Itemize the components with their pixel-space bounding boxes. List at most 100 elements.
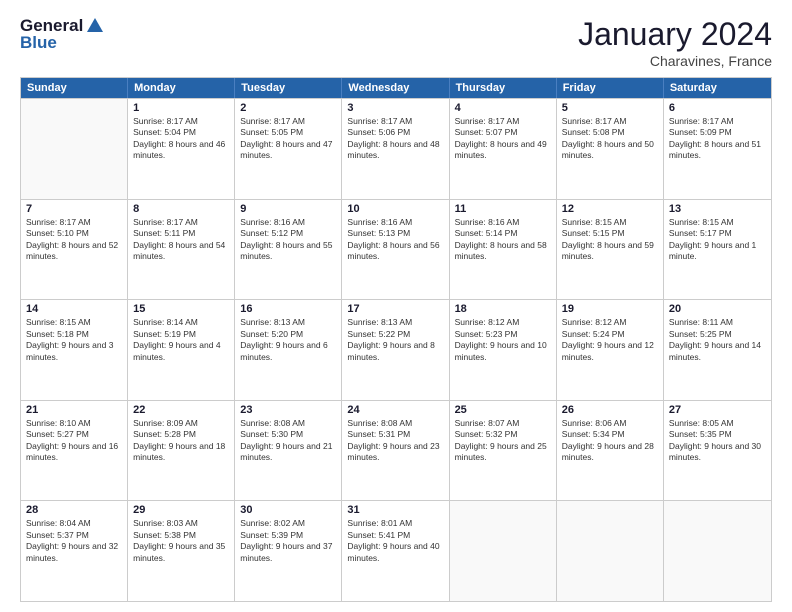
cal-cell-0-0 (21, 99, 128, 199)
logo-icon (85, 16, 105, 36)
cell-info: Sunrise: 8:17 AM Sunset: 5:10 PM Dayligh… (26, 217, 122, 263)
logo-blue: Blue (20, 34, 105, 53)
cell-info: Sunrise: 8:11 AM Sunset: 5:25 PM Dayligh… (669, 317, 766, 363)
cal-cell-3-2: 23Sunrise: 8:08 AM Sunset: 5:30 PM Dayli… (235, 401, 342, 501)
day-header-thursday: Thursday (450, 78, 557, 98)
day-number: 26 (562, 404, 658, 416)
day-number: 12 (562, 203, 658, 215)
day-header-friday: Friday (557, 78, 664, 98)
cal-cell-2-0: 14 Sunrise: 8:15 AM Sunset: 5:18 PM Dayli… (21, 300, 128, 400)
day-number: 31 (347, 504, 443, 516)
day-number: 7 (26, 203, 122, 215)
cell-info: Sunrise: 8:17 AM Sunset: 5:04 PM Dayligh… (133, 116, 229, 162)
cal-cell-2-5: 19 Sunrise: 8:12 AM Sunset: 5:24 PM Dayli… (557, 300, 664, 400)
cal-cell-0-5: 5 Sunrise: 8:17 AM Sunset: 5:08 PM Daylig… (557, 99, 664, 199)
cell-info: Sunrise: 8:14 AM Sunset: 5:19 PM Dayligh… (133, 317, 229, 363)
cell-info: Sunrise: 8:13 AM Sunset: 5:20 PM Dayligh… (240, 317, 336, 363)
month-title: January 2024 (578, 16, 772, 53)
cell-info: Sunrise: 8:05 AM Sunset: 5:35 PM Dayligh… (669, 418, 766, 464)
cell-info: Sunrise: 8:03 AM Sunset: 5:38 PM Dayligh… (133, 518, 229, 564)
cell-info: Sunrise: 8:17 AM Sunset: 5:11 PM Dayligh… (133, 217, 229, 263)
day-number: 28 (26, 504, 122, 516)
header: General Blue January 2024 Charavines, Fr… (20, 16, 772, 69)
day-number: 5 (562, 102, 658, 114)
day-number: 10 (347, 203, 443, 215)
cal-cell-3-5: 26 Sunrise: 8:06 AM Sunset: 5:34 PM Dayli… (557, 401, 664, 501)
cell-info: Sunrise: 8:17 AM Sunset: 5:05 PM Dayligh… (240, 116, 336, 162)
day-number: 9 (240, 203, 336, 215)
cell-info: Sunrise: 8:16 AM Sunset: 5:12 PM Dayligh… (240, 217, 336, 263)
cell-info: Sunrise: 8:01 AM Sunset: 5:41 PM Dayligh… (347, 518, 443, 564)
cell-info: Sunrise: 8:06 AM Sunset: 5:34 PM Dayligh… (562, 418, 658, 464)
cal-cell-1-2: 9 Sunrise: 8:16 AM Sunset: 5:12 PM Daylig… (235, 200, 342, 300)
day-number: 4 (455, 102, 551, 114)
cal-cell-3-0: 21 Sunrise: 8:10 AM Sunset: 5:27 PM Dayli… (21, 401, 128, 501)
cell-info: Sunrise: 8:02 AM Sunset: 5:39 PM Dayligh… (240, 518, 336, 564)
cal-cell-3-6: 27 Sunrise: 8:05 AM Sunset: 5:35 PM Dayli… (664, 401, 771, 501)
cell-info: Sunrise: 8:15 AM Sunset: 5:18 PM Dayligh… (26, 317, 122, 363)
subtitle: Charavines, France (578, 53, 772, 69)
cal-cell-4-2: 30 Sunrise: 8:02 AM Sunset: 5:39 PM Dayli… (235, 501, 342, 601)
day-number: 14 (26, 303, 122, 315)
cal-cell-2-2: 16Sunrise: 8:13 AM Sunset: 5:20 PM Dayli… (235, 300, 342, 400)
cell-info: Sunrise: 8:08 AM Sunset: 5:30 PM Dayligh… (240, 418, 336, 464)
cal-cell-1-6: 13 Sunrise: 8:15 AM Sunset: 5:17 PM Dayli… (664, 200, 771, 300)
cell-info: Sunrise: 8:16 AM Sunset: 5:13 PM Dayligh… (347, 217, 443, 263)
calendar-body: 1 Sunrise: 8:17 AM Sunset: 5:04 PM Daylig… (21, 98, 771, 601)
cell-info: Sunrise: 8:08 AM Sunset: 5:31 PM Dayligh… (347, 418, 443, 464)
day-number: 17 (347, 303, 443, 315)
cal-cell-0-3: 3 Sunrise: 8:17 AM Sunset: 5:06 PM Daylig… (342, 99, 449, 199)
day-number: 3 (347, 102, 443, 114)
cal-cell-4-3: 31 Sunrise: 8:01 AM Sunset: 5:41 PM Dayli… (342, 501, 449, 601)
day-number: 8 (133, 203, 229, 215)
cal-cell-0-6: 6 Sunrise: 8:17 AM Sunset: 5:09 PM Daylig… (664, 99, 771, 199)
week-row-0: 1 Sunrise: 8:17 AM Sunset: 5:04 PM Daylig… (21, 98, 771, 199)
cal-cell-4-4 (450, 501, 557, 601)
day-number: 29 (133, 504, 229, 516)
cal-cell-1-0: 7 Sunrise: 8:17 AM Sunset: 5:10 PM Daylig… (21, 200, 128, 300)
day-header-monday: Monday (128, 78, 235, 98)
cal-cell-2-4: 18Sunrise: 8:12 AM Sunset: 5:23 PM Dayli… (450, 300, 557, 400)
day-header-tuesday: Tuesday (235, 78, 342, 98)
cal-cell-3-4: 25Sunrise: 8:07 AM Sunset: 5:32 PM Dayli… (450, 401, 557, 501)
week-row-3: 21 Sunrise: 8:10 AM Sunset: 5:27 PM Dayli… (21, 400, 771, 501)
day-number: 21 (26, 404, 122, 416)
cell-info: Sunrise: 8:17 AM Sunset: 5:09 PM Dayligh… (669, 116, 766, 162)
cell-info: Sunrise: 8:09 AM Sunset: 5:28 PM Dayligh… (133, 418, 229, 464)
cal-cell-4-1: 29 Sunrise: 8:03 AM Sunset: 5:38 PM Dayli… (128, 501, 235, 601)
cell-info: Sunrise: 8:12 AM Sunset: 5:24 PM Dayligh… (562, 317, 658, 363)
day-number: 24 (347, 404, 443, 416)
cal-cell-2-1: 15Sunrise: 8:14 AM Sunset: 5:19 PM Dayli… (128, 300, 235, 400)
day-number: 20 (669, 303, 766, 315)
cell-info: Sunrise: 8:17 AM Sunset: 5:06 PM Dayligh… (347, 116, 443, 162)
cal-cell-1-5: 12 Sunrise: 8:15 AM Sunset: 5:15 PM Dayli… (557, 200, 664, 300)
cal-cell-4-6 (664, 501, 771, 601)
cell-info: Sunrise: 8:10 AM Sunset: 5:27 PM Dayligh… (26, 418, 122, 464)
cell-info: Sunrise: 8:15 AM Sunset: 5:15 PM Dayligh… (562, 217, 658, 263)
day-number: 13 (669, 203, 766, 215)
day-number: 27 (669, 404, 766, 416)
day-header-sunday: Sunday (21, 78, 128, 98)
cal-cell-4-5 (557, 501, 664, 601)
week-row-2: 14 Sunrise: 8:15 AM Sunset: 5:18 PM Dayli… (21, 299, 771, 400)
cal-cell-2-6: 20 Sunrise: 8:11 AM Sunset: 5:25 PM Dayli… (664, 300, 771, 400)
cell-info: Sunrise: 8:16 AM Sunset: 5:14 PM Dayligh… (455, 217, 551, 263)
day-number: 6 (669, 102, 766, 114)
day-number: 22 (133, 404, 229, 416)
day-number: 30 (240, 504, 336, 516)
cell-info: Sunrise: 8:04 AM Sunset: 5:37 PM Dayligh… (26, 518, 122, 564)
day-number: 2 (240, 102, 336, 114)
calendar-header: SundayMondayTuesdayWednesdayThursdayFrid… (21, 78, 771, 98)
cell-info: Sunrise: 8:15 AM Sunset: 5:17 PM Dayligh… (669, 217, 766, 263)
title-block: January 2024 Charavines, France (578, 16, 772, 69)
week-row-1: 7 Sunrise: 8:17 AM Sunset: 5:10 PM Daylig… (21, 199, 771, 300)
day-number: 25 (455, 404, 551, 416)
week-row-4: 28 Sunrise: 8:04 AM Sunset: 5:37 PM Dayli… (21, 500, 771, 601)
cal-cell-0-2: 2 Sunrise: 8:17 AM Sunset: 5:05 PM Daylig… (235, 99, 342, 199)
cal-cell-1-4: 11Sunrise: 8:16 AM Sunset: 5:14 PM Dayli… (450, 200, 557, 300)
cell-info: Sunrise: 8:17 AM Sunset: 5:08 PM Dayligh… (562, 116, 658, 162)
cal-cell-0-1: 1 Sunrise: 8:17 AM Sunset: 5:04 PM Daylig… (128, 99, 235, 199)
cell-info: Sunrise: 8:13 AM Sunset: 5:22 PM Dayligh… (347, 317, 443, 363)
day-number: 19 (562, 303, 658, 315)
day-number: 1 (133, 102, 229, 114)
